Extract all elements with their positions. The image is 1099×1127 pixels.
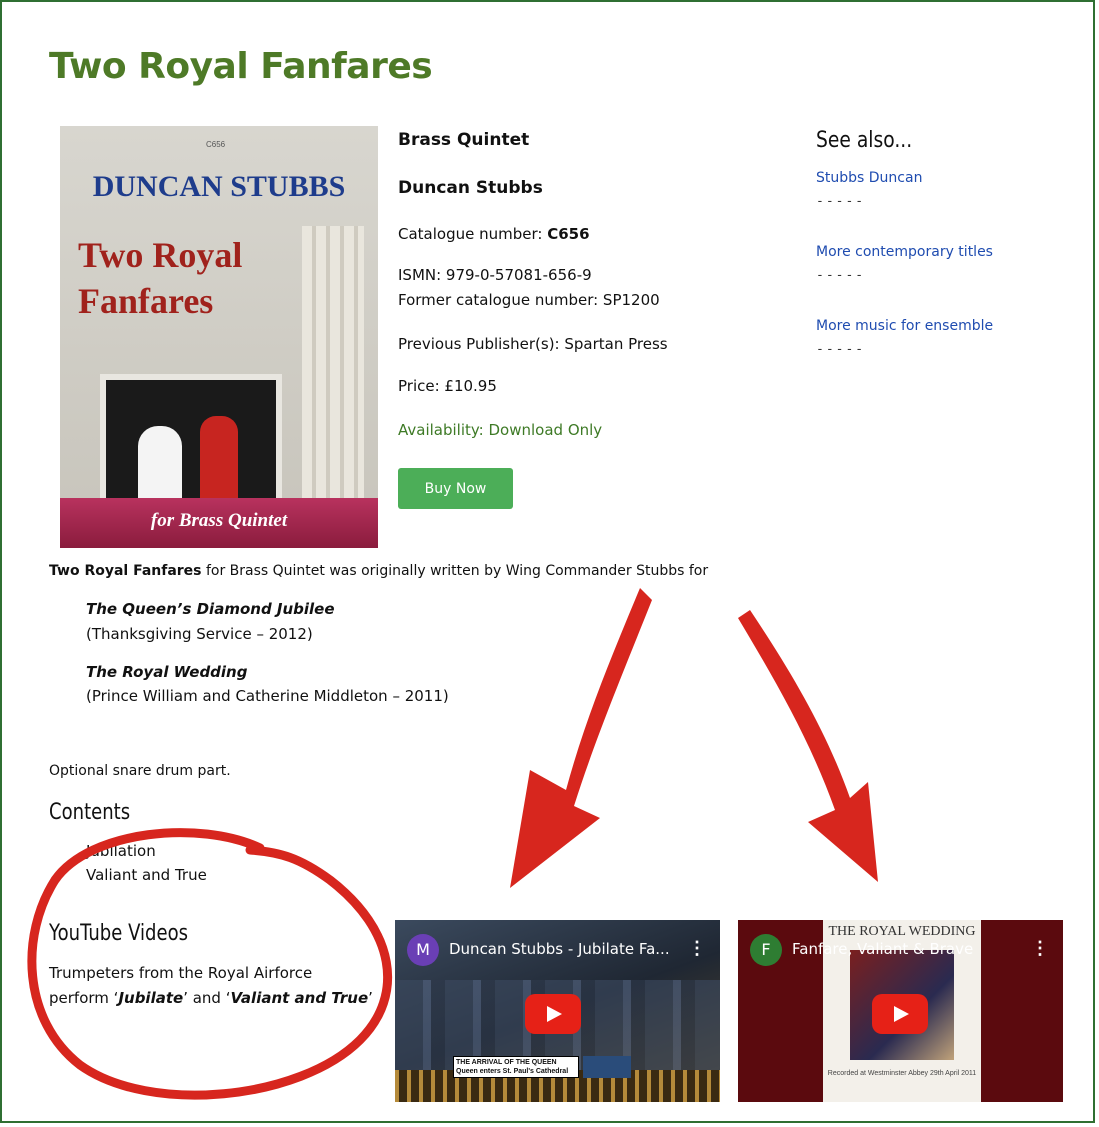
catalogue-label: Catalogue number: bbox=[398, 225, 548, 243]
piece-name: Jubilate bbox=[118, 989, 184, 1007]
youtube-video-embed[interactable]: THE ROYAL WEDDING Recorded at Westminste… bbox=[738, 920, 1063, 1102]
page-title: Two Royal Fanfares bbox=[49, 46, 433, 87]
video-title[interactable]: Fanfare, Valiant & Brave bbox=[792, 940, 973, 958]
see-also-divider: ----- bbox=[816, 194, 866, 209]
catalogue-value: C656 bbox=[547, 225, 590, 243]
description: Two Royal Fanfares for Brass Quintet was… bbox=[49, 563, 708, 579]
instrumentation: Brass Quintet bbox=[398, 130, 530, 150]
see-also-heading: See also... bbox=[816, 128, 913, 153]
snare-note: Optional snare drum part. bbox=[49, 763, 231, 779]
occasion-name: The Royal Wedding bbox=[86, 663, 247, 681]
occasion-detail: (Thanksgiving Service – 2012) bbox=[86, 625, 313, 643]
channel-avatar[interactable]: F bbox=[750, 934, 782, 966]
more-options-icon[interactable]: ⋮ bbox=[1031, 938, 1049, 959]
see-also-divider: ----- bbox=[816, 342, 866, 357]
play-button-icon[interactable] bbox=[525, 994, 581, 1034]
cover-pillar bbox=[302, 226, 364, 526]
see-also-link-composer[interactable]: Stubbs Duncan bbox=[816, 170, 922, 186]
piece-name: Valiant and True bbox=[230, 989, 369, 1007]
previous-publisher: Previous Publisher(s): Spartan Press bbox=[398, 335, 668, 353]
youtube-description-line2: perform ‘Jubilate’ and ‘Valiant and True… bbox=[49, 986, 389, 1011]
cover-title: Two Royal Fanfares bbox=[78, 232, 242, 324]
cover-banner-text: for Brass Quintet bbox=[150, 510, 288, 531]
youtube-video-embed[interactable]: THE ARRIVAL OF THE QUEEN Queen enters St… bbox=[395, 920, 720, 1102]
occasion-title: The Queen’s Diamond Jubilee bbox=[86, 600, 335, 618]
contents-item: Valiant and True bbox=[86, 866, 207, 884]
contents-heading: Contents bbox=[49, 800, 131, 825]
more-options-icon[interactable]: ⋮ bbox=[688, 938, 706, 959]
composer: Duncan Stubbs bbox=[398, 178, 543, 198]
cover-title-line2: Fanfares bbox=[78, 281, 214, 321]
ismn: ISMN: 979-0-57081-656-9 bbox=[398, 266, 592, 284]
see-also-link-contemporary[interactable]: More contemporary titles bbox=[816, 244, 993, 260]
description-text: for Brass Quintet was originally written… bbox=[201, 563, 709, 579]
buy-now-button[interactable]: Buy Now bbox=[398, 468, 513, 509]
former-catalogue-number: Former catalogue number: SP1200 bbox=[398, 291, 660, 309]
video-title[interactable]: Duncan Stubbs - Jubilate Fa... bbox=[449, 940, 670, 958]
text-fragment: perform ‘ bbox=[49, 989, 119, 1007]
channel-avatar[interactable]: M bbox=[407, 934, 439, 966]
cover-title-line1: Two Royal bbox=[78, 235, 243, 275]
channel-logo bbox=[583, 1056, 631, 1078]
youtube-description: Trumpeters from the Royal Airforce perfo… bbox=[49, 961, 389, 1011]
catalogue-number: Catalogue number: C656 bbox=[398, 225, 590, 243]
youtube-heading: YouTube Videos bbox=[49, 921, 189, 946]
video-poster-caption: Recorded at Westminster Abbey 29th April… bbox=[827, 1070, 977, 1077]
see-also-link-ensemble[interactable]: More music for ensemble bbox=[816, 318, 993, 334]
video-caption-line1: THE ARRIVAL OF THE QUEEN bbox=[456, 1059, 557, 1066]
play-button-icon[interactable] bbox=[872, 994, 928, 1034]
text-fragment: ’ bbox=[368, 989, 373, 1007]
cover-author: DUNCAN STUBBS bbox=[92, 170, 346, 203]
video-caption: THE ARRIVAL OF THE QUEEN Queen enters St… bbox=[453, 1056, 579, 1078]
cover-code: C656 bbox=[206, 140, 226, 149]
youtube-description-line1: Trumpeters from the Royal Airforce bbox=[49, 964, 313, 982]
product-cover-image: C656 DUNCAN STUBBS Two Royal Fanfares fo… bbox=[60, 126, 378, 548]
text-fragment: ’ and ‘ bbox=[183, 989, 231, 1007]
video-poster-title: THE ROYAL WEDDING bbox=[828, 924, 976, 939]
price: Price: £10.95 bbox=[398, 377, 497, 395]
occasion-detail: (Prince William and Catherine Middleton … bbox=[86, 687, 449, 705]
description-bold: Two Royal Fanfares bbox=[49, 563, 202, 579]
occasion-name: The Queen’s Diamond Jubilee bbox=[86, 600, 335, 618]
contents-item: Jubilation bbox=[86, 842, 156, 860]
see-also-divider: ----- bbox=[816, 268, 866, 283]
availability: Availability: Download Only bbox=[398, 421, 603, 439]
video-caption-line2: Queen enters St. Paul's Cathedral bbox=[456, 1068, 569, 1075]
occasion-title: The Royal Wedding bbox=[86, 663, 248, 681]
